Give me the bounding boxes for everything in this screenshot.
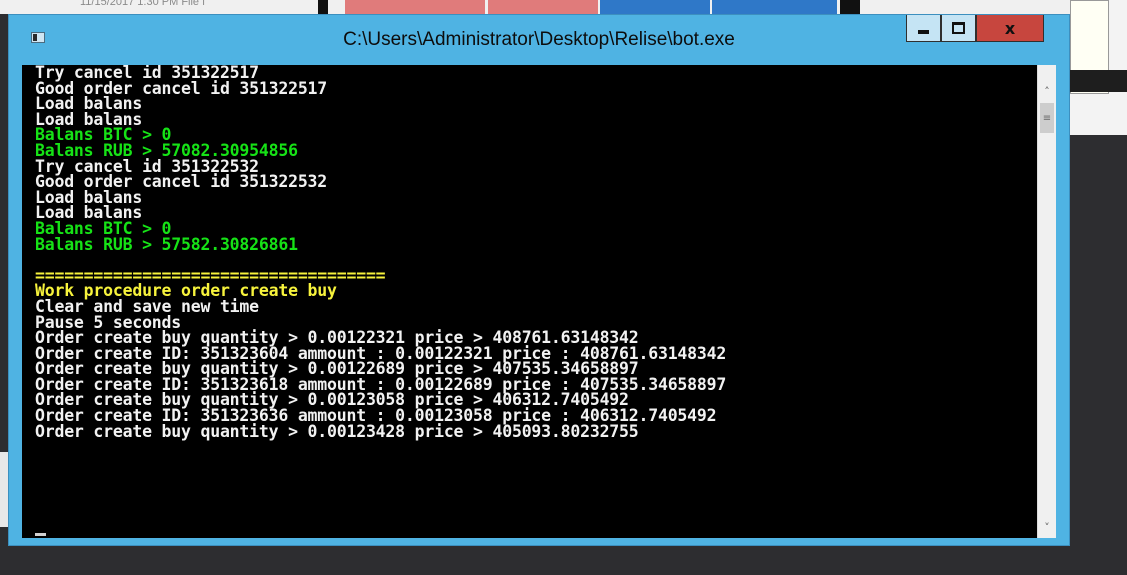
background-blue-tab xyxy=(712,0,837,14)
chevron-down-icon[interactable]: ˅ xyxy=(1038,519,1056,536)
console-window[interactable]: C:\Users\Administrator\Desktop\Relise\bo… xyxy=(8,14,1070,546)
scroll-thumb[interactable]: ≡ xyxy=(1040,103,1054,133)
background-divider xyxy=(840,0,860,14)
maximize-button[interactable] xyxy=(941,15,976,42)
console-text: Try cancel id 351322517 Good order cancel… xyxy=(35,65,1035,439)
minimize-icon xyxy=(918,29,929,34)
title-bar[interactable]: C:\Users\Administrator\Desktop\Relise\bo… xyxy=(9,15,1069,65)
vertical-scrollbar[interactable]: ˄ ≡ ˅ xyxy=(1037,65,1056,538)
console-line: Clear and save new time xyxy=(35,296,259,316)
console-line: Load balans xyxy=(35,187,143,207)
background-divider xyxy=(318,0,328,14)
minimize-button[interactable] xyxy=(906,15,941,42)
console-output[interactable]: Try cancel id 351322517 Good order cancel… xyxy=(22,65,1056,538)
console-line: Order create buy quantity > 0.00123428 p… xyxy=(35,421,639,441)
text-cursor xyxy=(35,533,46,536)
close-button[interactable]: x xyxy=(976,15,1044,42)
background-blue-tab xyxy=(600,0,710,14)
chevron-up-icon[interactable]: ˄ xyxy=(1038,83,1056,100)
background-strip xyxy=(1070,70,1127,92)
desktop: 11/15/2017 1:30 PM File f C:\Users\Admin… xyxy=(0,0,1127,575)
console-line: Good order cancel id 351322532 xyxy=(35,172,328,192)
background-red-tab xyxy=(488,0,598,14)
background-side-panel xyxy=(1070,0,1127,135)
close-icon: x xyxy=(1004,18,1016,38)
background-dark-area xyxy=(1070,135,1127,535)
maximize-icon xyxy=(952,22,965,34)
console-line: Load balans xyxy=(35,94,143,114)
console-line: Load balans xyxy=(35,109,143,129)
console-line: Balans RUB > 57582.30826861 xyxy=(35,234,298,254)
console-line: Load balans xyxy=(35,203,143,223)
background-file-text: 11/15/2017 1:30 PM File f xyxy=(80,0,206,8)
grip-icon: ≡ xyxy=(1042,112,1052,124)
background-window: 11/15/2017 1:30 PM File f xyxy=(0,0,1127,14)
console-line: Good order cancel id 351322517 xyxy=(35,78,328,98)
background-red-tab xyxy=(345,0,485,14)
